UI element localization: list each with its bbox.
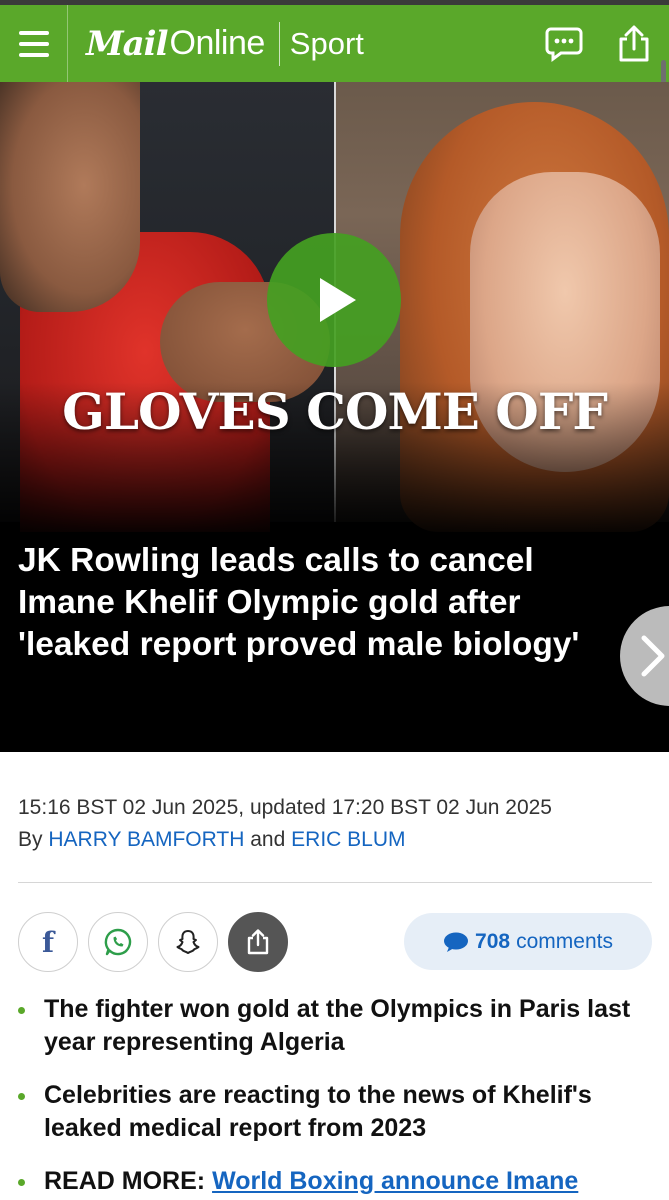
article-meta: 15:16 BST 02 Jun 2025, updated 17:20 BST… [18,792,658,856]
hamburger-icon[interactable] [0,5,68,82]
byline: By HARRY BAMFORTH and ERIC BLUM [18,824,658,856]
hero-overlay-text: GLOVES COME OFF [62,382,608,441]
speech-bubble-icon[interactable] [529,5,599,82]
snapchat-share-button[interactable] [158,912,218,972]
comments-label: comments [516,929,613,953]
play-button[interactable] [267,233,401,367]
comment-bubble-icon [444,932,469,952]
summary-bullet: Celebrities are reacting to the news of … [18,1079,648,1145]
byline-prefix: By [18,828,43,851]
site-header: Mail Online Sport [0,5,669,82]
share-upload-icon[interactable] [599,5,669,82]
article-summary-bullets: The fighter won gold at the Olympics in … [18,993,648,1200]
author-link-1[interactable]: HARRY BAMFORTH [48,828,244,851]
more-share-button[interactable] [228,912,288,972]
video-hero[interactable]: GLOVES COME OFF JK Rowling leads calls t… [0,82,669,752]
read-more-bullet: READ MORE: World Boxing announce Imane [18,1165,648,1198]
header-actions [529,5,669,82]
play-icon [320,278,356,322]
social-share-row: f [18,912,288,972]
facebook-share-button[interactable]: f [18,912,78,972]
whatsapp-icon [104,928,132,956]
article-headline: JK Rowling leads calls to cancel Imane K… [18,542,580,663]
logo-mail-text: Mail [86,23,168,64]
logo-online-text: Online [169,24,266,62]
comments-count: 708 [475,929,511,953]
article-timestamp: 15:16 BST 02 Jun 2025, updated 17:20 BST… [18,796,552,819]
read-more-link[interactable]: World Boxing announce Imane [212,1167,578,1195]
author-link-2[interactable]: ERIC BLUM [291,828,405,851]
header-divider [278,21,280,66]
facebook-icon: f [41,925,55,959]
section-title[interactable]: Sport [290,26,364,62]
share-upload-icon [247,929,269,955]
comments-button[interactable]: 708 comments [404,913,652,970]
site-logo[interactable]: Mail Online [68,5,265,82]
whatsapp-share-button[interactable] [88,912,148,972]
chevron-right-icon [641,635,665,677]
snapchat-icon [176,930,200,954]
meta-divider [18,882,652,883]
byline-and: and [250,828,286,851]
read-more-label: READ MORE: [44,1167,206,1195]
summary-bullet: The fighter won gold at the Olympics in … [18,993,648,1059]
